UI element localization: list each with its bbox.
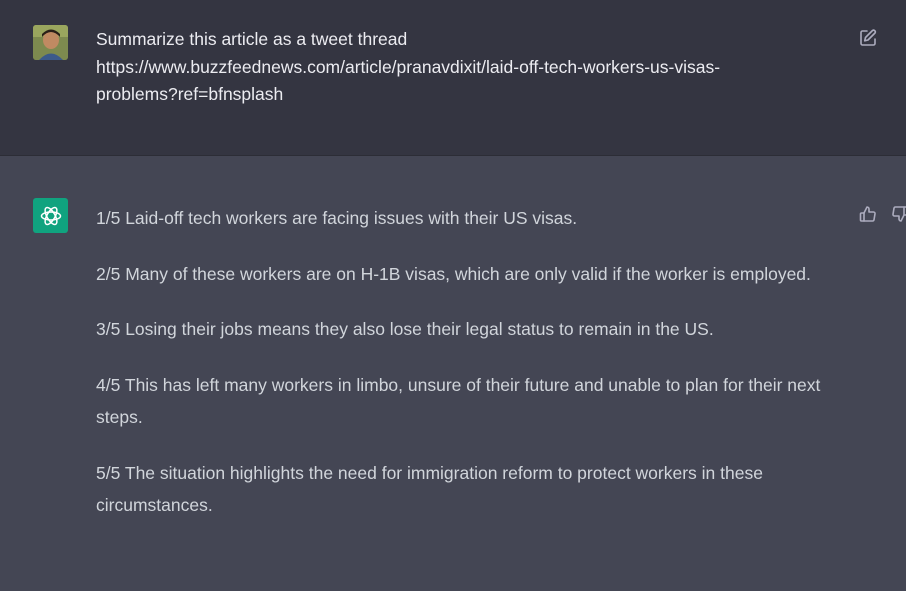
thread-tweet-2: 2/5 Many of these workers are on H-1B vi… — [96, 263, 811, 284]
user-message-line: Summarize this article as a tweet thread — [96, 29, 408, 49]
edit-icon[interactable] — [858, 28, 878, 48]
user-message-line: problems?ref=bfnsplash — [96, 84, 284, 104]
thumbs-down-icon[interactable] — [890, 204, 906, 224]
user-message: Summarize this article as a tweet thread… — [0, 0, 906, 156]
user-message-line: https://www.buzzfeednews.com/article/pra… — [96, 56, 721, 77]
assistant-message: 1/5 Laid-off tech workers are facing iss… — [0, 156, 906, 591]
assistant-avatar — [33, 198, 68, 233]
openai-logo-icon — [40, 206, 61, 225]
user-photo-avatar-icon — [33, 25, 68, 60]
thread-tweet-3: 3/5 Losing their jobs means they also lo… — [96, 319, 714, 339]
thread-tweet-5: 5/5 The situation highlights the need fo… — [96, 462, 763, 516]
user-avatar — [33, 25, 68, 60]
thumbs-up-icon[interactable] — [858, 204, 878, 224]
user-message-text: Summarize this article as a tweet thread… — [96, 26, 816, 109]
assistant-message-text: 1/5 Laid-off tech workers are facing iss… — [96, 202, 856, 545]
thread-tweet-1: 1/5 Laid-off tech workers are facing iss… — [96, 208, 578, 228]
thread-tweet-4: 4/5 This has left many workers in limbo,… — [96, 374, 821, 428]
